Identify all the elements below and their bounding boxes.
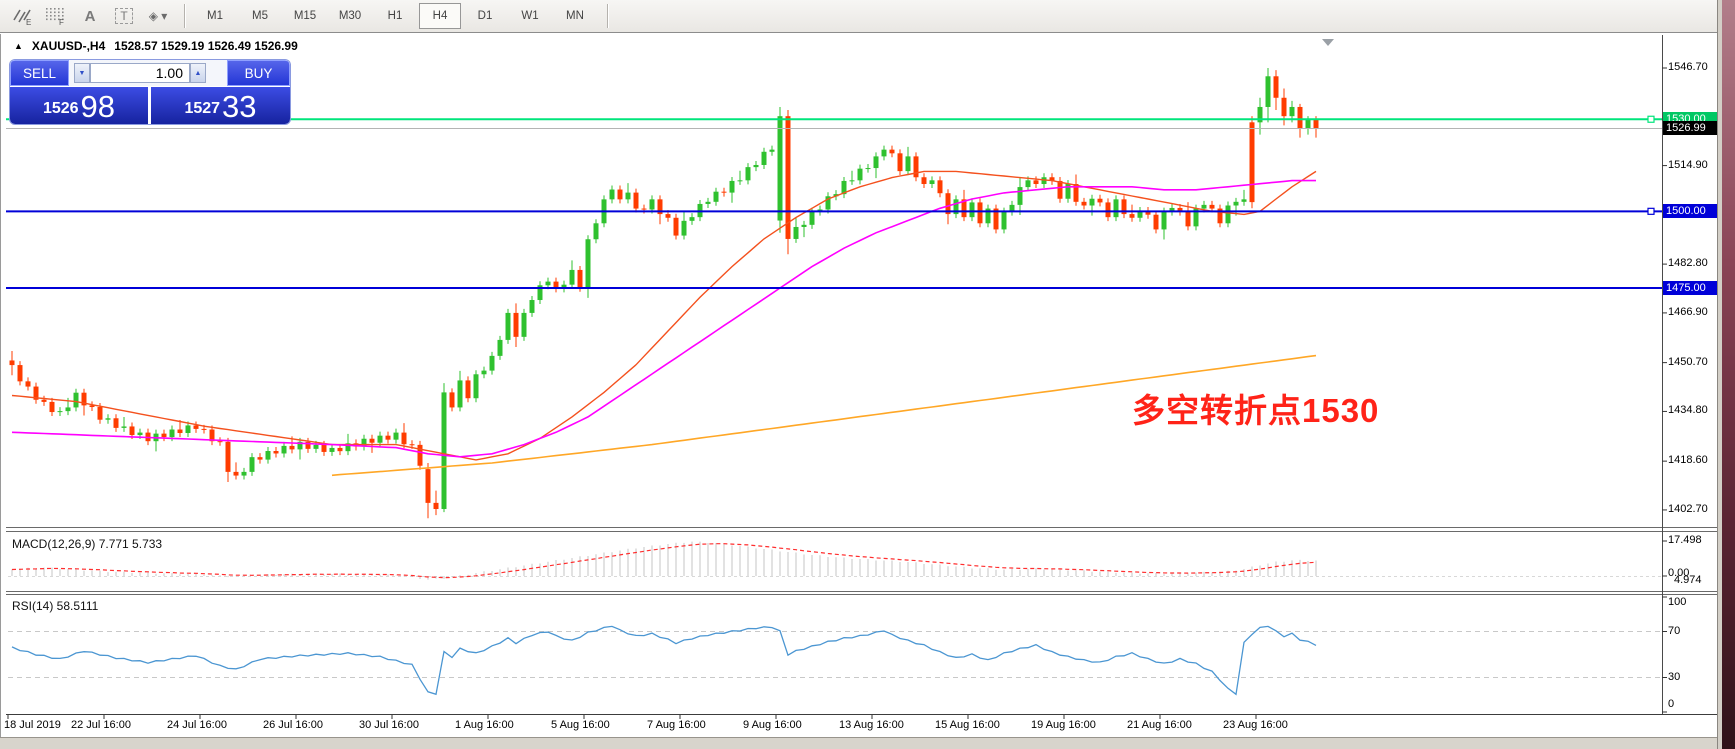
volume-decrease-button[interactable]: ▼ [74,63,90,83]
sell-price-quote[interactable]: 1526 98 [10,87,148,124]
buy-button[interactable]: BUY [227,60,290,86]
price-axis-label: 1546.70 [1668,61,1708,73]
rsi-scale-label: 70 [1668,625,1680,637]
buy-price-big-digits: 33 [222,91,256,122]
price-axis-label: 1402.70 [1668,503,1708,515]
trading-terminal-window: EFAT◈ ▾M1M5M15M30H1H4D1W1MN ▲ XAUUSD-,H4… [0,0,1735,749]
macd-scale-min: 4.974 [1674,574,1702,586]
time-axis-label: 7 Aug 16:00 [647,719,706,731]
buy-price-quote[interactable]: 1527 33 [151,87,290,124]
time-axis-label: 15 Aug 16:00 [935,719,1000,731]
time-axis-label: 21 Aug 16:00 [1127,719,1192,731]
trade-panel-top-row: SELL ▼ ▲ BUY [10,60,290,86]
macd-indicator-label: MACD(12,26,9) 7.771 5.733 [12,537,162,551]
volume-input[interactable] [90,63,190,83]
sell-button[interactable]: SELL [10,60,69,86]
ma-line-fast [12,171,1316,460]
price-axis-label: 1466.90 [1668,306,1708,318]
sell-price-prefix: 1526 [43,96,79,122]
horizontal-level-lines[interactable] [6,116,1662,288]
candlestick-series [10,68,1319,518]
rsi-indicator-label: RSI(14) 58.5111 [12,599,98,613]
symbol-marker-icon: ▲ [14,39,23,54]
price-tag-1526.99: 1526.99 [1663,121,1719,135]
rsi-scale-label: 100 [1668,596,1686,608]
ma-line-medium [12,181,1316,457]
time-axis-label: 13 Aug 16:00 [839,719,904,731]
price-axis-label: 1418.60 [1668,454,1708,466]
price-axis-label: 1514.90 [1668,159,1708,171]
price-tag-1500.00: 1500.00 [1663,204,1719,218]
time-axis-label: 24 Jul 16:00 [167,719,227,731]
symbol-ohlc: 1528.57 1529.19 1526.49 1526.99 [114,39,298,54]
price-axis-label: 1450.70 [1668,356,1708,368]
price-tag-1475.00: 1475.00 [1663,281,1719,295]
window-bottom-frame [0,737,1717,749]
rsi-line [12,626,1316,694]
rsi-scale-label: 0 [1668,698,1674,710]
macd-signal-line [12,544,1316,578]
time-axis-label: 22 Jul 16:00 [71,719,131,731]
chart-text-annotation[interactable]: 多空转折点1530 [1132,384,1379,432]
macd-scale-top: 17.498 [1668,534,1702,546]
time-axis-label: 23 Aug 16:00 [1223,719,1288,731]
price-axis-label: 1482.80 [1668,257,1708,269]
chart-title: ▲ XAUUSD-,H4 1528.57 1529.19 1526.49 152… [14,39,298,54]
rsi-scale-label: 30 [1668,671,1680,683]
macd-histogram [12,542,1316,580]
symbol-name: XAUUSD-,H4 [32,39,105,54]
volume-increase-button[interactable]: ▲ [190,63,206,83]
panel-borders [6,35,1717,715]
one-click-trading-panel: SELL ▼ ▲ BUY 1526 98 1527 33 [10,60,290,124]
time-axis-label: 1 Aug 16:00 [455,719,514,731]
time-axis-label: 9 Aug 16:00 [743,719,802,731]
time-axis-label: 26 Jul 16:00 [263,719,323,731]
time-axis-label: 5 Aug 16:00 [551,719,610,731]
price-axis-label: 1434.80 [1668,404,1708,416]
sell-price-big-digits: 98 [81,91,115,122]
time-axis-label: 19 Aug 16:00 [1031,719,1096,731]
time-axis-label: 30 Jul 16:00 [359,719,419,731]
time-axis-label: 18 Jul 2019 [4,719,61,731]
chart-shift-marker-icon[interactable] [1322,39,1334,46]
desktop-background-strip [1722,0,1735,749]
buy-price-prefix: 1527 [184,96,220,122]
